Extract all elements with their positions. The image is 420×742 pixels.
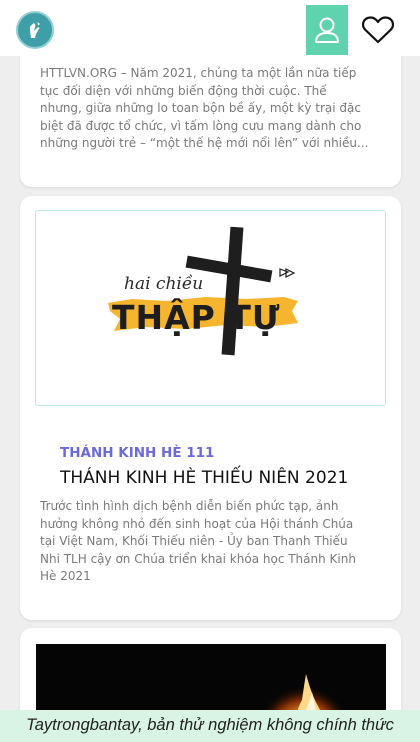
post-excerpt: HTTLVN.ORG – Năm 2021, chúng ta một lần … <box>40 66 369 150</box>
top-bar <box>0 0 420 56</box>
post-thumbnail[interactable]: hai chiều THẬP TỰ <box>35 210 386 406</box>
praying-hands-icon[interactable] <box>16 11 54 49</box>
user-icon <box>315 17 339 43</box>
post-category[interactable]: THÁNH KINH HÈ 111 <box>60 445 214 461</box>
user-button[interactable] <box>306 5 348 55</box>
heart-icon <box>361 16 395 44</box>
footer-banner: Taytrongbantay, bản thử nghiệm không chí… <box>0 710 420 742</box>
image-title-text: THẬP TỰ <box>112 297 280 337</box>
image-script-text: hai chiều <box>124 274 203 294</box>
favorites-button[interactable] <box>356 8 400 52</box>
post-excerpt: Trước tình hình dịch bệnh diễn biến phức… <box>40 499 356 583</box>
post-title[interactable]: THÁNH KINH HÈ THIẾU NIÊN 2021 <box>60 468 348 488</box>
